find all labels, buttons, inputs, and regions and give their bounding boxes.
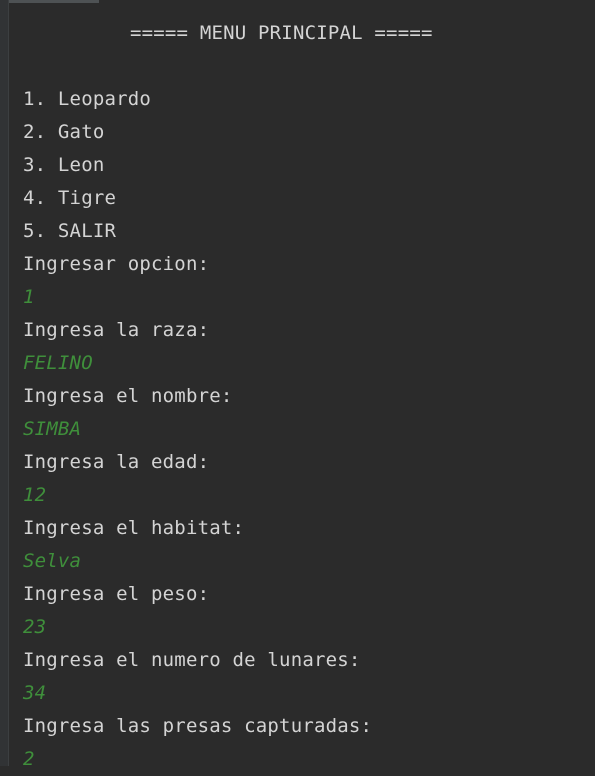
prompt-nombre: Ingresa el nombre: [23,385,233,407]
menu-item-leon: 3. Leon [23,154,105,176]
input-opcion: 1 [23,286,35,308]
menu-item-salir: 5. SALIR [23,220,117,242]
input-presas: 2 [23,748,35,770]
console-tab-indicator [0,0,99,3]
menu-title: ===== MENU PRINCIPAL ===== [130,22,433,44]
menu-item-gato: 2. Gato [23,121,105,143]
input-habitat: Selva [23,550,82,572]
menu-item-leopardo: 1. Leopardo [23,88,152,110]
prompt-lunares: Ingresa el numero de lunares: [23,649,361,671]
input-nombre: SIMBA [23,418,82,440]
console-gutter [0,0,9,766]
input-lunares: 34 [23,682,47,704]
prompt-opcion: Ingresar opcion: [23,253,210,275]
input-peso: 23 [23,616,47,638]
console-output[interactable]: ===== MENU PRINCIPAL ===== 1. Leopardo 2… [23,17,583,776]
input-raza: FELINO [23,352,93,374]
input-edad: 12 [23,484,47,506]
prompt-raza: Ingresa la raza: [23,319,210,341]
prompt-presas: Ingresa las presas capturadas: [23,715,373,737]
menu-item-tigre: 4. Tigre [23,187,117,209]
prompt-habitat: Ingresa el habitat: [23,517,245,539]
prompt-peso: Ingresa el peso: [23,583,210,605]
prompt-edad: Ingresa la edad: [23,451,210,473]
